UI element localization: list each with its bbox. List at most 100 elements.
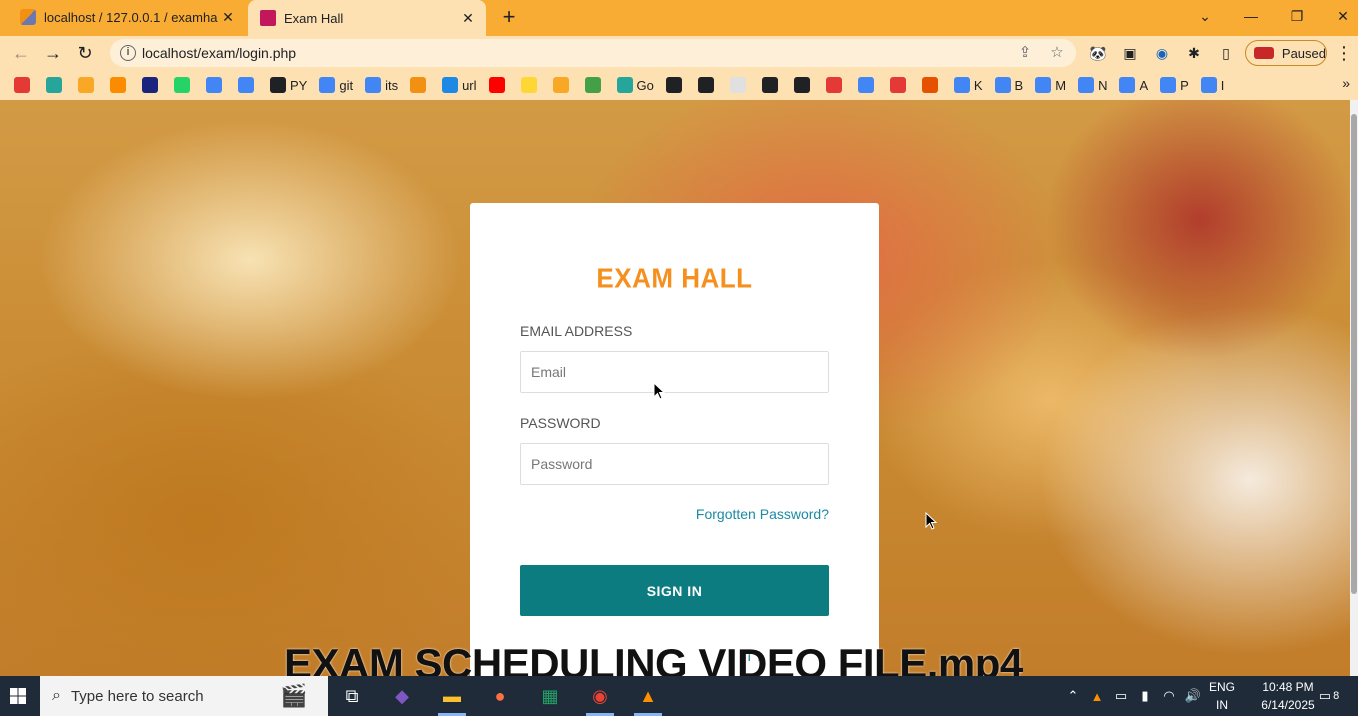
bookmark-favicon-icon	[1119, 77, 1136, 93]
back-button[interactable]: ←	[8, 40, 34, 66]
side-panel-icon[interactable]: ▯	[1216, 43, 1236, 63]
new-tab-button[interactable]: +	[497, 5, 521, 29]
video-overlay-caption: EXAM SCHEDULING VIDEO FILE.mp4	[284, 640, 1023, 680]
bookmark-item[interactable]	[14, 74, 34, 96]
bookmark-item[interactable]	[761, 74, 782, 96]
close-icon[interactable]: ✕	[218, 7, 238, 27]
bookmark-item[interactable]	[793, 74, 814, 96]
bookmark-item[interactable]	[410, 74, 430, 96]
scrollbar-thumb[interactable]	[1351, 114, 1357, 594]
bookmark-favicon-icon	[410, 77, 427, 93]
bookmark-item[interactable]	[46, 74, 66, 96]
close-icon[interactable]: ✕	[458, 8, 478, 28]
excel-icon[interactable]: ▦	[530, 680, 570, 712]
bookmark-item[interactable]	[520, 74, 541, 96]
bookmark-item[interactable]: its	[365, 74, 398, 96]
restore-button[interactable]: ❐	[1274, 0, 1320, 32]
bookmark-item[interactable]: I	[1200, 74, 1224, 96]
bookmark-item[interactable]	[697, 74, 718, 96]
bookmark-favicon-icon	[857, 77, 874, 93]
close-window-button[interactable]: ✕	[1320, 0, 1358, 32]
bookmark-item[interactable]	[552, 74, 573, 96]
bookmark-item[interactable]	[921, 74, 942, 96]
chevron-more-icon[interactable]: »	[1342, 75, 1350, 91]
bookmark-item[interactable]	[238, 74, 258, 96]
bookmark-item[interactable]	[729, 74, 750, 96]
site-info-icon[interactable]: i	[120, 45, 136, 61]
bookmark-item[interactable]	[584, 74, 605, 96]
bookmark-item[interactable]	[889, 74, 910, 96]
page-scrollbar[interactable]	[1350, 100, 1358, 676]
address-bar[interactable]: i localhost/exam/login.php ⇪ ☆	[110, 39, 1076, 67]
tab-label: localhost / 127.0.0.1 / examhall /	[44, 9, 218, 25]
search-highlight-icon[interactable]: 🎬	[266, 680, 322, 712]
meet-now-icon[interactable]: ▭	[1112, 676, 1130, 716]
firefox-icon[interactable]: ●	[480, 680, 520, 712]
bookmark-favicon-icon	[110, 77, 126, 93]
minimize-button[interactable]: —	[1228, 0, 1274, 32]
menu-icon[interactable]: ⋮	[1334, 43, 1354, 63]
battery-icon[interactable]: ▮	[1136, 676, 1154, 716]
copilot-icon[interactable]: ◆	[382, 680, 422, 712]
vlc-tray-icon[interactable]: ▲	[1088, 676, 1106, 716]
forward-button[interactable]: →	[40, 40, 66, 66]
bookmark-item[interactable]	[174, 74, 194, 96]
input-language[interactable]: ENG IN	[1206, 678, 1238, 714]
password-field[interactable]	[520, 443, 829, 485]
chrome-icon[interactable]: ◉	[580, 680, 620, 716]
task-view-icon[interactable]: ⧉	[332, 680, 372, 712]
windows-taskbar: ⌕ Type here to search 🎬 ⧉ ◆ ▬ ● ▦ ◉ ▲ ⌃ …	[0, 676, 1358, 716]
panda-extension-icon[interactable]: 🐼	[1088, 43, 1108, 63]
bookmark-item[interactable]: B	[994, 74, 1023, 96]
profile-button[interactable]: Paused	[1245, 40, 1327, 66]
bookmark-label: K	[973, 77, 983, 93]
bookmark-item[interactable]	[206, 74, 226, 96]
bookmark-item[interactable]	[665, 74, 686, 96]
show-hidden-icons-chevron-icon[interactable]: ⌃	[1064, 676, 1082, 716]
wifi-icon[interactable]: ◠	[1160, 676, 1178, 716]
windows-logo-icon	[10, 688, 26, 704]
bookmark-item[interactable]	[142, 74, 162, 96]
forgot-password-link[interactable]: Forgotten Password?	[696, 506, 829, 522]
at-extension-icon[interactable]: ◉	[1152, 43, 1172, 63]
file-explorer-icon[interactable]: ▬	[432, 680, 472, 716]
bookmark-item[interactable]: git	[319, 74, 353, 96]
bookmark-item[interactable]: url	[442, 74, 477, 96]
sign-in-button[interactable]: SIGN IN	[520, 565, 829, 616]
bookmark-item[interactable]	[78, 74, 98, 96]
bookmark-item[interactable]: M	[1035, 74, 1066, 96]
extension-icon[interactable]: ▣	[1120, 43, 1140, 63]
bookmark-star-icon[interactable]: ☆	[1048, 44, 1066, 62]
bookmark-item[interactable]: A	[1119, 74, 1148, 96]
tab-exam-hall[interactable]: Exam Hall ✕	[248, 0, 486, 36]
share-icon[interactable]: ⇪	[1016, 44, 1034, 62]
bookmark-item[interactable]: P	[1160, 74, 1189, 96]
bookmark-item[interactable]: Go	[616, 74, 654, 96]
bookmark-item[interactable]	[857, 74, 878, 96]
bookmark-item[interactable]	[825, 74, 846, 96]
bookmark-label: its	[385, 77, 399, 93]
bookmarks-bar: PY git its url Go K B M N A P I »	[0, 70, 1358, 100]
bookmark-favicon-icon	[665, 77, 682, 93]
bookmark-item[interactable]: PY	[270, 74, 307, 96]
start-button[interactable]	[0, 676, 36, 716]
bookmark-item[interactable]: N	[1078, 74, 1107, 96]
reload-button[interactable]: ↻	[72, 40, 98, 66]
bookmark-label: PY	[290, 77, 308, 93]
tab-phpmyadmin[interactable]: localhost / 127.0.0.1 / examhall / ✕	[0, 0, 246, 34]
bookmark-item[interactable]	[110, 74, 130, 96]
tab-search-chevron-icon[interactable]: ⌄	[1182, 0, 1228, 32]
bookmark-favicon-icon	[442, 77, 459, 93]
bookmark-label: git	[339, 77, 354, 93]
bookmark-favicon-icon	[174, 77, 190, 93]
volume-icon[interactable]: 🔊	[1184, 676, 1202, 716]
email-field[interactable]	[520, 351, 829, 393]
bookmark-label: N	[1098, 77, 1108, 93]
notification-count: 8	[1333, 690, 1340, 702]
puzzle-extensions-icon[interactable]: ✱	[1184, 43, 1204, 63]
bookmark-favicon-icon	[142, 77, 158, 93]
notifications-button[interactable]: ▭ 8	[1314, 676, 1344, 716]
vlc-icon[interactable]: ▲	[628, 680, 668, 716]
bookmark-item[interactable]	[488, 74, 509, 96]
bookmark-item[interactable]: K	[953, 74, 983, 96]
